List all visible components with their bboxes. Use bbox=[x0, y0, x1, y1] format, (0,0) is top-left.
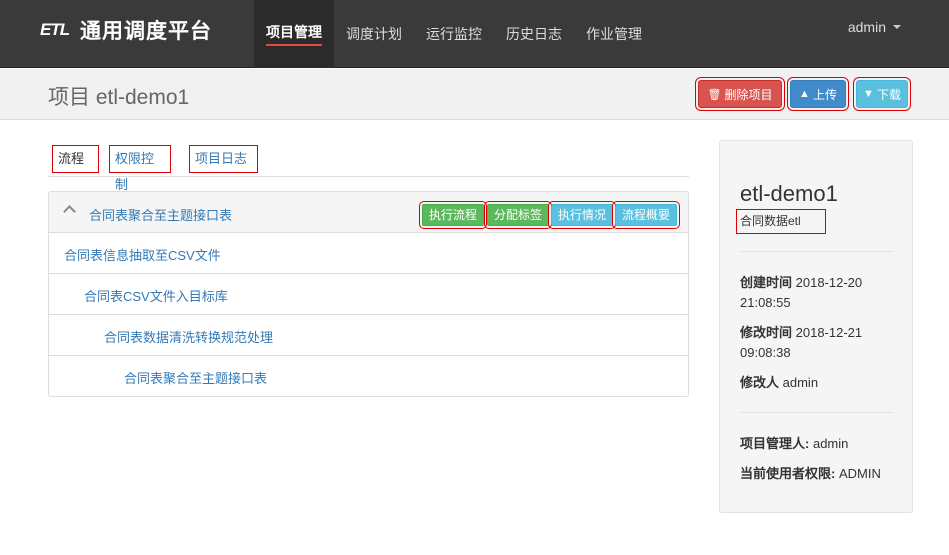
permission-info: 当前使用者权限: ADMIN bbox=[740, 464, 900, 484]
flow-summary-button[interactable]: 流程概要 bbox=[611, 201, 681, 229]
nav-label: 调度计划 bbox=[346, 26, 402, 42]
job-row: 合同表数据清洗转换规范处理 bbox=[49, 315, 688, 356]
nav-item-history[interactable]: 历史日志 bbox=[494, 0, 574, 68]
nav-item-projects[interactable]: 项目管理 bbox=[254, 0, 334, 68]
circle-arrow-up-icon: ▲ bbox=[799, 88, 810, 100]
created-label: 创建时间 bbox=[740, 275, 793, 290]
job-link[interactable]: 合同表数据清洗转换规范处理 bbox=[104, 327, 273, 346]
created-date: 2018-12-20 bbox=[795, 275, 863, 290]
nav-label: 作业管理 bbox=[586, 26, 642, 42]
nav-label: 运行监控 bbox=[426, 26, 482, 42]
nav-item-schedule[interactable]: 调度计划 bbox=[334, 0, 414, 68]
modified-date: 2018-12-21 bbox=[795, 325, 863, 340]
etl-logo-icon: ETL bbox=[40, 20, 70, 39]
flow-name-link[interactable]: 合同表聚合至主题接口表 bbox=[89, 205, 232, 224]
execute-flow-button[interactable]: 执行流程 bbox=[418, 201, 488, 229]
chevron-up-icon[interactable] bbox=[63, 205, 76, 218]
permission-value: ADMIN bbox=[838, 466, 881, 481]
job-row: 合同表CSV文件入目标库 bbox=[49, 274, 688, 315]
download-button[interactable]: ▼ 下载 bbox=[853, 77, 911, 111]
modifier-value: admin bbox=[782, 375, 819, 390]
tab-project-log[interactable]: 项目日志 bbox=[189, 145, 258, 173]
page-header: 项目 etl-demo1 🗑 删除项目 ▲ 上传 ▼ 下载 bbox=[0, 69, 949, 120]
manager-info: 项目管理人: admin bbox=[740, 434, 900, 454]
modified-info: 修改时间 2018-12-21 09:08:38 bbox=[740, 323, 900, 363]
created-time: 21:08:55 bbox=[740, 295, 791, 310]
created-info: 创建时间 2018-12-20 21:08:55 bbox=[740, 273, 900, 313]
project-description: 合同数据etl bbox=[736, 209, 826, 234]
tab-permissions[interactable]: 权限控制 bbox=[109, 145, 171, 192]
flow-header: 合同表聚合至主题接口表 执行流程 分配标签 执行情况 流程概要 bbox=[49, 192, 688, 233]
job-link[interactable]: 合同表聚合至主题接口表 bbox=[124, 368, 267, 387]
tab-flows[interactable]: 流程 bbox=[52, 145, 99, 173]
page-title: 项目 etl-demo1 bbox=[48, 86, 190, 109]
brand-name: 通用调度平台 bbox=[80, 20, 212, 43]
nav-label: 历史日志 bbox=[506, 26, 562, 42]
permission-label: 当前使用者权限: bbox=[740, 466, 836, 481]
execution-status-button[interactable]: 执行情况 bbox=[547, 201, 617, 229]
download-label: 下载 bbox=[876, 87, 901, 102]
project-info-panel: etl-demo1 合同数据etl 创建时间 2018-12-20 21:08:… bbox=[719, 140, 913, 513]
user-name: admin bbox=[847, 19, 886, 35]
manager-value: admin bbox=[812, 436, 849, 451]
manager-label: 项目管理人: bbox=[740, 436, 810, 451]
modified-time: 09:08:38 bbox=[740, 345, 791, 360]
delete-project-button[interactable]: 🗑 删除项目 bbox=[695, 77, 785, 111]
main-nav: 项目管理 调度计划 运行监控 历史日志 作业管理 bbox=[254, 0, 654, 68]
divider bbox=[740, 251, 894, 252]
flow-panel: 合同表聚合至主题接口表 执行流程 分配标签 执行情况 流程概要 合同表信息抽取至… bbox=[48, 191, 689, 397]
brand[interactable]: ETL 通用调度平台 bbox=[40, 15, 212, 45]
project-tabs: 流程 权限控制 项目日志 bbox=[48, 141, 689, 192]
circle-arrow-down-icon: ▼ bbox=[863, 88, 874, 100]
job-row: 合同表聚合至主题接口表 bbox=[49, 356, 688, 397]
caret-down-icon bbox=[893, 25, 901, 29]
upload-label: 上传 bbox=[812, 87, 837, 102]
nav-item-jobs[interactable]: 作业管理 bbox=[574, 0, 654, 68]
divider bbox=[740, 412, 894, 413]
job-link[interactable]: 合同表CSV文件入目标库 bbox=[84, 286, 228, 305]
upload-button[interactable]: ▲ 上传 bbox=[787, 77, 849, 111]
nav-label: 项目管理 bbox=[266, 22, 322, 46]
delete-label: 删除项目 bbox=[724, 87, 773, 102]
top-navbar: ETL 通用调度平台 项目管理 调度计划 运行监控 历史日志 作业管理 admi… bbox=[0, 0, 949, 68]
job-row: 合同表信息抽取至CSV文件 bbox=[49, 233, 688, 274]
job-link[interactable]: 合同表信息抽取至CSV文件 bbox=[64, 245, 221, 264]
modified-label: 修改时间 bbox=[740, 325, 793, 340]
trash-icon: 🗑 bbox=[707, 88, 722, 101]
assign-tags-button[interactable]: 分配标签 bbox=[483, 201, 553, 229]
project-name: etl-demo1 bbox=[740, 181, 838, 206]
modifier-label: 修改人 bbox=[740, 375, 780, 390]
user-menu[interactable]: admin bbox=[848, 19, 901, 35]
modifier-info: 修改人 admin bbox=[740, 373, 900, 393]
nav-item-monitor[interactable]: 运行监控 bbox=[414, 0, 494, 68]
